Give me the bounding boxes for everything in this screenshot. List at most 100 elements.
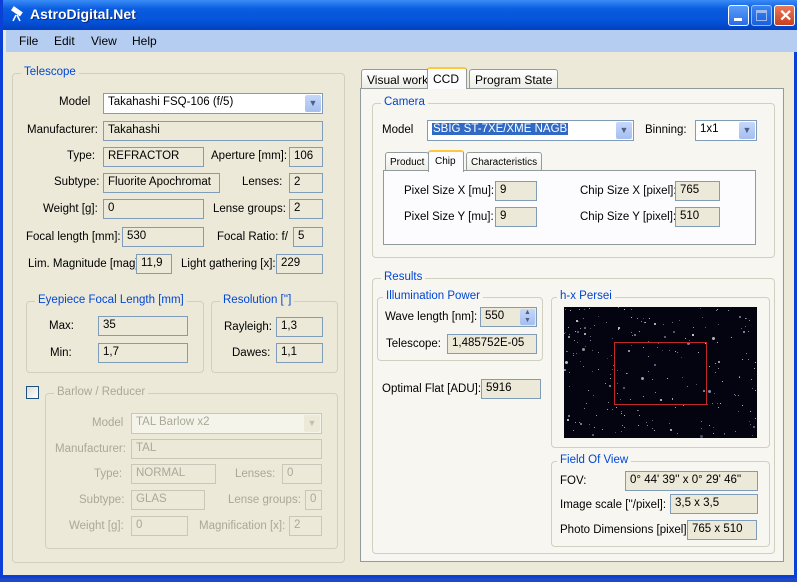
tab-program-state[interactable]: Program State [469, 69, 559, 89]
barlow-model-value: TAL Barlow x2 [136, 416, 210, 428]
aperture-field[interactable]: 106 [289, 147, 323, 167]
star [621, 411, 622, 412]
chip-y-field[interactable]: 510 [675, 207, 720, 227]
minimize-button[interactable] [728, 5, 749, 26]
star [753, 426, 755, 428]
star [576, 353, 577, 354]
star [580, 328, 581, 329]
optimal-flat-field[interactable]: 5916 [481, 379, 541, 399]
barlow-checkbox[interactable] [26, 386, 39, 399]
barlow-subtype-field[interactable]: GLAS [131, 490, 205, 510]
focal-length-label: Focal length [mm]: [26, 231, 121, 243]
barlow-lense-groups-field[interactable]: 0 [305, 490, 322, 510]
star [739, 377, 740, 378]
spinner-arrows-icon[interactable]: ▲ ▼ [520, 309, 535, 325]
menu-help[interactable]: Help [132, 34, 157, 48]
title-bar[interactable]: AstroDigital.Net ✕ [3, 0, 797, 30]
star [580, 361, 581, 362]
subtype-field[interactable]: Fluorite Apochromat [103, 173, 220, 193]
eyepiece-min-field[interactable]: 1,7 [98, 343, 188, 363]
tab-ccd[interactable]: CCD [427, 67, 467, 89]
chevron-down-icon[interactable]: ▼ [739, 122, 755, 139]
maximize-icon [756, 10, 767, 21]
menu-file[interactable]: File [19, 34, 38, 48]
light-gathering-field[interactable]: 229 [276, 254, 323, 274]
star [624, 415, 625, 416]
barlow-type-field[interactable]: NORMAL [131, 464, 216, 484]
focal-ratio-field[interactable]: 5 [293, 227, 323, 247]
star [751, 379, 752, 380]
focal-length-field[interactable]: 530 [122, 227, 204, 247]
type-field[interactable]: REFRACTOR [103, 147, 204, 167]
fov-field[interactable]: 0° 44' 39'' x 0° 29' 46'' [625, 471, 758, 491]
star [750, 411, 751, 412]
tab-visual-work[interactable]: Visual work [361, 69, 435, 89]
chevron-down-icon[interactable]: ▼ [616, 122, 632, 139]
star [567, 351, 568, 352]
menu-view[interactable]: View [91, 34, 117, 48]
dawes-field[interactable]: 1,1 [276, 343, 323, 363]
star [669, 423, 670, 424]
image-scale-field[interactable]: 3,5 x 3,5 [670, 494, 758, 514]
star [568, 415, 570, 417]
camera-model-value: SBIG ST-7XE/XME NAGB [432, 123, 569, 135]
star [701, 421, 702, 422]
camera-model-select[interactable]: SBIG ST-7XE/XME NAGB ▼ [427, 120, 634, 141]
pixel-y-field[interactable]: 9 [495, 207, 537, 227]
star [586, 403, 587, 404]
star [569, 372, 570, 373]
star [598, 352, 599, 353]
binning-label: Binning: [645, 124, 687, 136]
star [618, 329, 619, 330]
menu-edit[interactable]: Edit [54, 34, 75, 48]
star [621, 431, 622, 432]
chevron-down-icon[interactable]: ▼ [305, 95, 321, 112]
preview-legend: h-x Persei [557, 290, 615, 302]
star [701, 428, 702, 429]
telescope-model-select[interactable]: Takahashi FSQ-106 (f/5) ▼ [103, 93, 323, 114]
star [618, 307, 619, 308]
pixel-x-field[interactable]: 9 [495, 181, 537, 201]
star [692, 334, 694, 336]
subtab-characteristics[interactable]: Characteristics [466, 152, 543, 172]
star-field-image[interactable] [564, 307, 757, 438]
manufacturer-field[interactable]: Takahashi [103, 121, 323, 141]
barlow-weight-field[interactable]: 0 [131, 516, 188, 536]
rayleigh-field[interactable]: 1,3 [276, 317, 323, 337]
close-button[interactable]: ✕ [774, 5, 795, 26]
lim-mag-field[interactable]: 11,9 [136, 254, 172, 274]
subtab-product[interactable]: Product [385, 152, 430, 172]
barlow-manufacturer-field[interactable]: TAL [131, 439, 322, 459]
chip-x-field[interactable]: 765 [675, 181, 720, 201]
star [590, 340, 591, 341]
star [622, 425, 623, 426]
telescope-power-field[interactable]: 1,485752E-05 [447, 334, 537, 354]
star [592, 371, 593, 372]
barlow-magnification-field[interactable]: 2 [289, 516, 322, 536]
pixel-x-label: Pixel Size X [mu]: [404, 185, 495, 197]
optimal-flat-label: Optimal Flat [ADU]: [382, 383, 482, 395]
weight-field[interactable]: 0 [103, 199, 204, 219]
subtab-chip[interactable]: Chip [428, 150, 464, 172]
wavelength-spinner[interactable]: 550 ▲ ▼ [480, 307, 537, 327]
star [670, 429, 672, 431]
star [624, 427, 625, 428]
chevron-down-icon[interactable]: ▼ [304, 415, 320, 432]
star [663, 324, 664, 325]
photo-dimensions-field[interactable]: 765 x 510 [687, 520, 757, 540]
star [702, 317, 703, 318]
fov-rectangle[interactable] [614, 342, 707, 405]
image-scale-label: Image scale [''/pixel]: [560, 499, 667, 511]
star [564, 370, 565, 371]
barlow-lenses-field[interactable]: 0 [282, 464, 322, 484]
binning-select[interactable]: 1x1 ▼ [695, 120, 757, 141]
lense-groups-field[interactable]: 2 [289, 199, 323, 219]
maximize-button[interactable] [751, 5, 772, 26]
lenses-field[interactable]: 2 [289, 173, 323, 193]
barlow-model-select[interactable]: TAL Barlow x2 ▼ [131, 413, 322, 434]
star [594, 427, 595, 428]
illumination-legend: Illumination Power [383, 290, 483, 302]
eyepiece-max-field[interactable]: 35 [98, 316, 188, 336]
star [649, 318, 650, 319]
eyepiece-max-label: Max: [49, 320, 74, 332]
